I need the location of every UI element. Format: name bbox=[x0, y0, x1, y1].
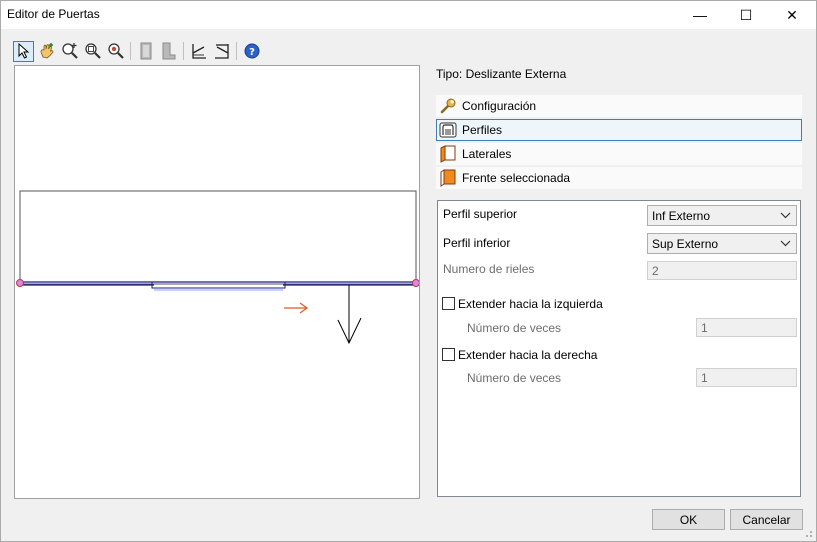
pan-tool-button[interactable] bbox=[36, 41, 57, 62]
door-editor-window: Editor de Puertas — ☐ ✕ ? Tipo: Deslizan… bbox=[0, 0, 817, 542]
veces-derecha-field[interactable]: 1 bbox=[696, 368, 797, 387]
title-bar[interactable]: Editor de Puertas — ☐ ✕ bbox=[1, 1, 816, 29]
section-frente-seleccionada[interactable]: Frente seleccionada bbox=[436, 167, 802, 189]
extender-derecha-label: Extender hacia la derecha bbox=[458, 348, 598, 362]
door-front-icon bbox=[140, 42, 151, 60]
perfil-superior-label: Perfil superior bbox=[443, 207, 518, 221]
left-endpoint-marker bbox=[16, 279, 24, 287]
sliding-panel-profile bbox=[151, 282, 286, 289]
maximize-button[interactable]: ☐ bbox=[723, 1, 769, 29]
resize-grip-icon[interactable] bbox=[801, 526, 813, 538]
door-frame bbox=[19, 190, 417, 285]
left-open-tool-button[interactable] bbox=[188, 41, 209, 62]
minimize-icon: — bbox=[693, 7, 707, 23]
close-button[interactable]: ✕ bbox=[769, 1, 815, 29]
svg-text:?: ? bbox=[249, 47, 255, 58]
toolbar: ? bbox=[13, 40, 262, 62]
laterals-icon bbox=[439, 145, 457, 163]
door-side-icon bbox=[162, 42, 175, 60]
numero-rieles-value: 2 bbox=[652, 263, 659, 278]
zoom-window-icon bbox=[84, 43, 101, 59]
toolbar-separator bbox=[236, 42, 237, 60]
help-icon: ? bbox=[244, 43, 259, 59]
hand-icon bbox=[40, 43, 53, 59]
veces-izquierda-value: 1 bbox=[701, 320, 708, 335]
close-icon: ✕ bbox=[786, 6, 798, 23]
veces-izquierda-field[interactable]: 1 bbox=[696, 318, 797, 337]
profiles-icon bbox=[439, 121, 457, 139]
door-type-label: Tipo: Deslizante Externa bbox=[436, 67, 567, 81]
select-tool-button[interactable] bbox=[13, 40, 34, 62]
front-icon bbox=[439, 169, 457, 187]
cancel-button[interactable]: Cancelar bbox=[730, 509, 803, 530]
perfil-inferior-label: Perfil inferior bbox=[443, 236, 511, 250]
veces-derecha-label: Número de veces bbox=[467, 371, 562, 385]
perfil-superior-value: Inf Externo bbox=[652, 208, 711, 223]
section-label: Perfiles bbox=[462, 123, 503, 137]
ok-button[interactable]: OK bbox=[652, 509, 725, 530]
right-endpoint-marker bbox=[412, 279, 419, 287]
window-title: Editor de Puertas bbox=[7, 7, 100, 21]
zoom-extents-icon bbox=[107, 43, 124, 59]
perfiles-panel: Perfil superior Inf Externo Perfil infer… bbox=[437, 200, 801, 497]
section-label: Laterales bbox=[462, 147, 512, 161]
veces-derecha-value: 1 bbox=[701, 370, 708, 385]
maximize-icon: ☐ bbox=[739, 6, 753, 23]
door-drawing bbox=[16, 190, 419, 345]
opening-right-icon bbox=[214, 44, 229, 59]
section-laterales[interactable]: Laterales bbox=[436, 143, 802, 165]
perfil-inferior-select[interactable]: Sup Externo bbox=[647, 233, 797, 254]
extender-izquierda-checkbox[interactable] bbox=[442, 297, 455, 310]
zoom-in-tool-button[interactable] bbox=[59, 41, 80, 62]
zoom-in-icon bbox=[61, 43, 78, 59]
wrench-icon bbox=[439, 97, 457, 115]
view-front-tool-button[interactable] bbox=[135, 41, 156, 62]
chevron-down-icon bbox=[780, 240, 791, 247]
pointer-icon bbox=[18, 43, 29, 59]
minimize-button[interactable]: — bbox=[677, 1, 723, 29]
toolbar-separator bbox=[130, 42, 131, 60]
section-label: Configuración bbox=[462, 99, 537, 113]
extender-izquierda-label: Extender hacia la izquierda bbox=[458, 297, 603, 311]
perfil-inferior-value: Sup Externo bbox=[652, 236, 719, 251]
perfil-superior-select[interactable]: Inf Externo bbox=[647, 205, 797, 226]
help-tool-button[interactable]: ? bbox=[241, 41, 262, 62]
chevron-down-icon bbox=[780, 212, 791, 219]
section-label: Frente seleccionada bbox=[462, 171, 571, 185]
numero-rieles-field[interactable]: 2 bbox=[647, 261, 797, 280]
veces-izquierda-label: Número de veces bbox=[467, 321, 562, 335]
zoom-extents-tool-button[interactable] bbox=[105, 41, 126, 62]
zoom-window-tool-button[interactable] bbox=[82, 41, 103, 62]
section-perfiles[interactable]: Perfiles bbox=[436, 119, 802, 141]
numero-rieles-label: Numero de rieles bbox=[443, 262, 535, 276]
extender-derecha-checkbox[interactable] bbox=[442, 348, 455, 361]
section-configuracion[interactable]: Configuración bbox=[436, 95, 802, 117]
toolbar-separator bbox=[183, 42, 184, 60]
view-side-tool-button[interactable] bbox=[158, 41, 179, 62]
door-drawing-canvas[interactable] bbox=[14, 65, 420, 499]
opening-left-icon bbox=[191, 44, 206, 59]
right-open-tool-button[interactable] bbox=[211, 41, 232, 62]
